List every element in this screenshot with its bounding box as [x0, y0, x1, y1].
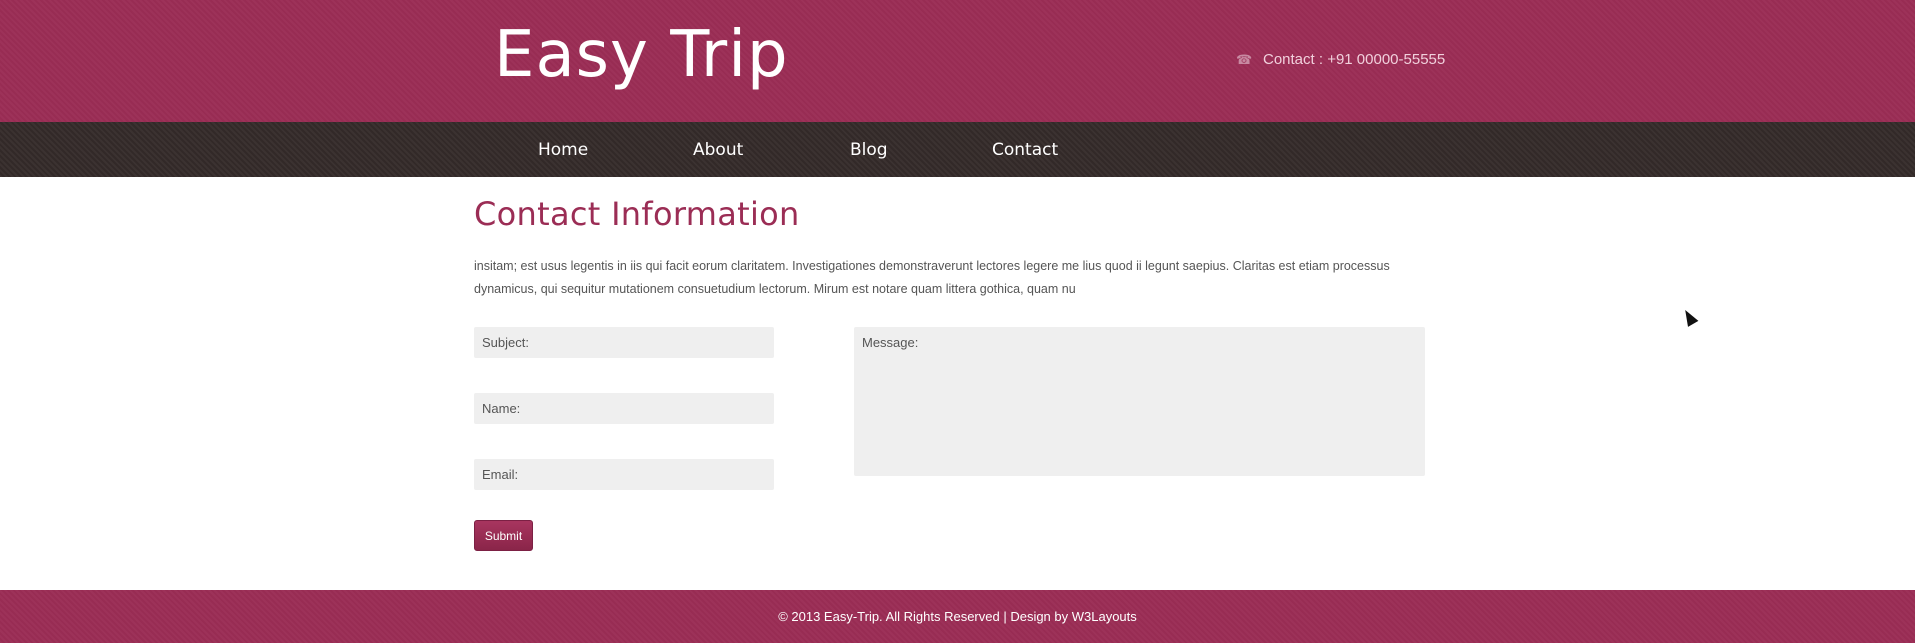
- phone-icon: ☎: [1236, 51, 1253, 67]
- footer-text: © 2013 Easy-Trip. All Rights Reserved | …: [778, 609, 1137, 624]
- main-navigation: Home About Blog Contact: [0, 122, 1915, 177]
- nav-item-about[interactable]: About: [693, 140, 850, 160]
- nav-list: Home About Blog Contact: [538, 122, 1072, 177]
- page-title: Contact Information: [474, 195, 800, 233]
- header-contact: ☎ Contact : +91 00000-55555: [1236, 51, 1445, 68]
- nav-item-contact[interactable]: Contact: [992, 140, 1072, 160]
- mouse-cursor-icon: [1680, 307, 1699, 327]
- email-input[interactable]: [474, 459, 774, 490]
- message-textarea[interactable]: [854, 327, 1425, 476]
- subject-input[interactable]: [474, 327, 774, 358]
- main-content: Contact Information insitam; est usus le…: [0, 177, 1915, 590]
- submit-button[interactable]: Submit: [474, 520, 533, 551]
- nav-item-blog[interactable]: Blog: [850, 140, 992, 160]
- header-contact-text: Contact : +91 00000-55555: [1263, 51, 1446, 68]
- intro-text: insitam; est usus legentis in iis qui fa…: [474, 259, 1390, 296]
- name-input[interactable]: [474, 393, 774, 424]
- site-header: Easy Trip ☎ Contact : +91 00000-55555: [0, 0, 1915, 122]
- site-footer: © 2013 Easy-Trip. All Rights Reserved | …: [0, 590, 1915, 643]
- site-logo[interactable]: Easy Trip: [494, 14, 789, 96]
- nav-item-home[interactable]: Home: [538, 140, 693, 160]
